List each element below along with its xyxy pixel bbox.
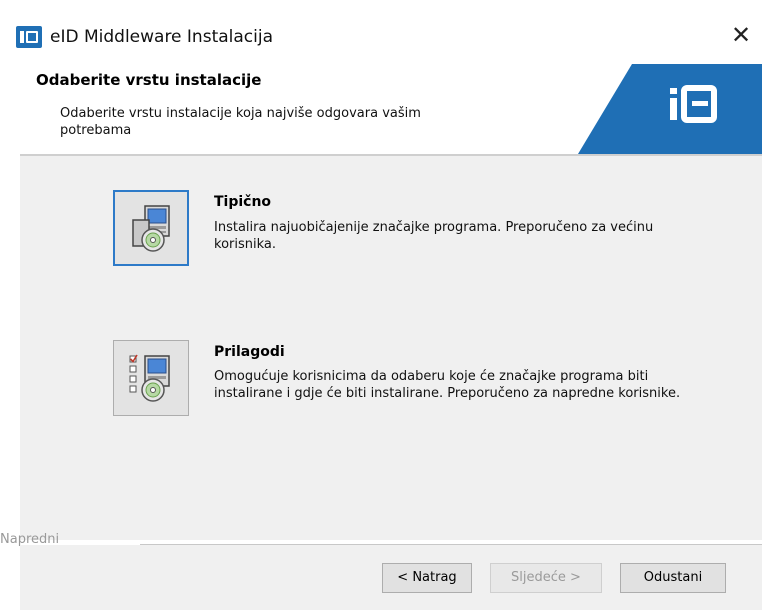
custom-option-title: Prilagodi — [214, 344, 285, 360]
setup-type-content: Tipično Instalira najuobičajenije značaj… — [20, 156, 762, 540]
custom-install-icon — [129, 354, 170, 402]
cancel-button[interactable]: Odustani — [620, 563, 726, 593]
back-button[interactable]: < Natrag — [382, 563, 472, 593]
header-banner: Odaberite vrstu instalacije Odaberite vr… — [20, 64, 762, 154]
typical-option-description: Instalira najuobičajenije značajke progr… — [214, 220, 654, 252]
close-button[interactable]: ✕ — [726, 20, 756, 50]
custom-install-button[interactable] — [113, 340, 189, 416]
banner-title: Odaberite vrstu instalacije — [36, 71, 262, 89]
custom-option-description: Omogućuje korisnicima da odaberu koje će… — [214, 369, 681, 401]
button-bar: < Natrag Sljedeće > Odustani — [20, 545, 762, 610]
typical-install-icon — [132, 205, 170, 252]
typical-install-button[interactable] — [113, 190, 189, 266]
typical-option-title: Tipično — [214, 194, 272, 210]
banner-description: Odaberite vrstu instalacije koja najviše… — [60, 106, 421, 138]
eid-app-icon — [16, 26, 42, 48]
next-button[interactable]: Sljedeće > — [490, 563, 602, 593]
window-title: eID Middleware Instalacija — [50, 27, 274, 47]
title-bar: eID Middleware Instalacija ✕ — [0, 0, 762, 64]
